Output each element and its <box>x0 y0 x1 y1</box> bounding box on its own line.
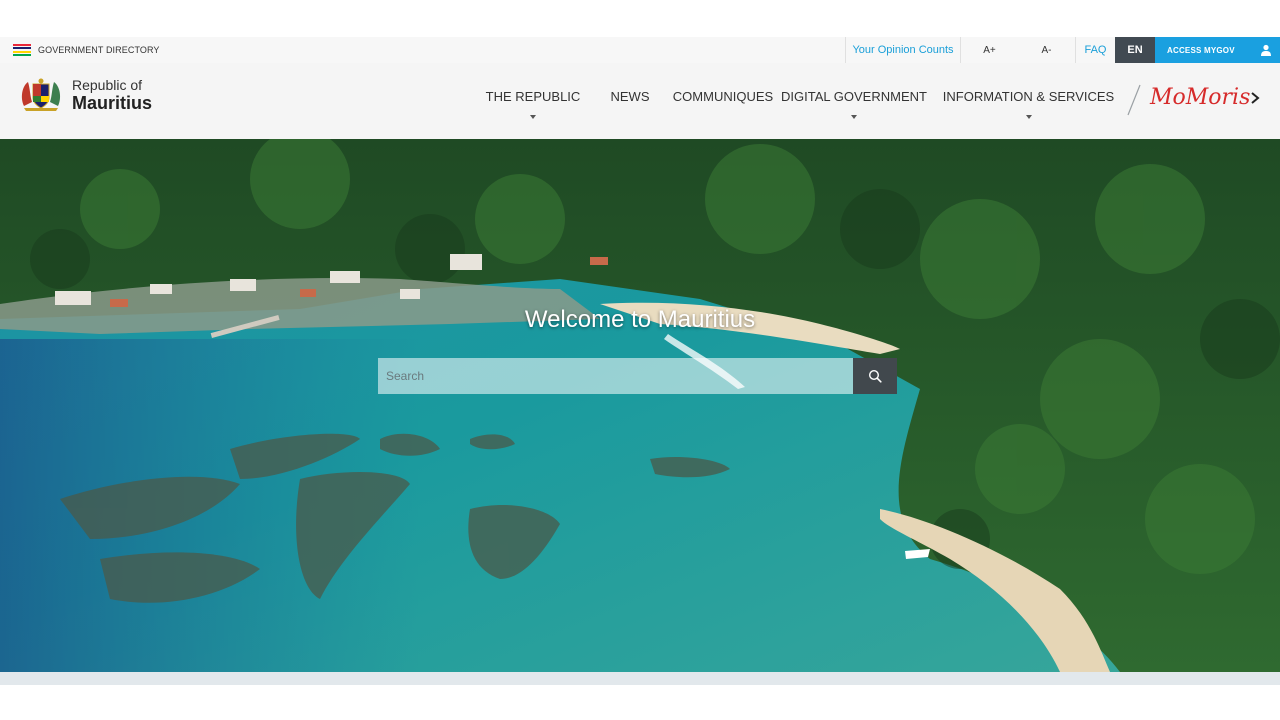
coat-of-arms-icon <box>21 78 61 111</box>
chevron-right-icon <box>1251 92 1260 104</box>
mauritius-flag-icon <box>13 43 31 57</box>
nav-label: INFORMATION & SERVICES <box>942 89 1115 104</box>
nav-item-the-republic[interactable]: THE REPUBLIC <box>476 63 590 139</box>
momoris-logo-link[interactable]: MoMoris <box>1126 81 1266 121</box>
main-nav: THE REPUBLIC NEWS COMMUNIQUES DIGITAL GO… <box>476 63 1125 139</box>
government-directory-link[interactable]: GOVERNMENT DIRECTORY <box>13 41 160 59</box>
nav-label: NEWS <box>610 89 650 104</box>
nav-item-information-services[interactable]: INFORMATION & SERVICES <box>932 63 1125 139</box>
hero-search <box>378 358 897 394</box>
page: GOVERNMENT DIRECTORY Your Opinion Counts… <box>0 0 1280 720</box>
momoris-wordmark: MoMoris <box>1149 85 1250 110</box>
access-mygov-button[interactable]: ACCESS MYGOV <box>1155 37 1280 63</box>
access-mygov-label: ACCESS MYGOV <box>1167 45 1235 55</box>
nav-label: DIGITAL GOVERNMENT <box>781 89 927 104</box>
caret-down-icon <box>851 115 857 119</box>
search-button[interactable] <box>853 358 897 394</box>
hero-background-image <box>0 139 1280 672</box>
brand-logo-link[interactable]: Republic of Mauritius <box>18 76 152 114</box>
hero-title: Welcome to Mauritius <box>524 306 756 333</box>
nav-item-digital-government[interactable]: DIGITAL GOVERNMENT <box>776 63 932 139</box>
language-button[interactable]: EN <box>1115 37 1155 63</box>
your-opinion-counts-link[interactable]: Your Opinion Counts <box>845 37 961 63</box>
divider-slash <box>1127 84 1141 116</box>
brand-line-2: Mauritius <box>72 93 153 113</box>
search-icon <box>868 369 882 383</box>
nav-label: THE REPUBLIC <box>485 89 581 104</box>
utility-links: Your Opinion Counts A+ A- FAQ EN ACCESS … <box>845 37 1280 63</box>
font-decrease-button[interactable]: A- <box>1018 37 1075 63</box>
caret-down-icon <box>1025 115 1032 119</box>
hero-banner: Welcome to Mauritius <box>0 139 1280 672</box>
user-icon <box>1261 44 1271 56</box>
search-input[interactable] <box>378 358 853 394</box>
main-header: Republic of Mauritius THE REPUBLIC NEWS … <box>0 63 1280 139</box>
section-divider <box>0 672 1280 685</box>
brand-line-1: Republic of <box>72 77 143 93</box>
government-directory-label: GOVERNMENT DIRECTORY <box>38 45 160 55</box>
brand-text: Republic of Mauritius <box>72 78 152 112</box>
nav-item-communiques[interactable]: COMMUNIQUES <box>670 63 776 139</box>
caret-down-icon <box>530 115 536 119</box>
utility-bar: GOVERNMENT DIRECTORY Your Opinion Counts… <box>0 37 1280 63</box>
nav-item-news[interactable]: NEWS <box>590 63 670 139</box>
nav-label: COMMUNIQUES <box>672 89 774 104</box>
font-increase-button[interactable]: A+ <box>961 37 1018 63</box>
faq-link[interactable]: FAQ <box>1075 37 1115 63</box>
